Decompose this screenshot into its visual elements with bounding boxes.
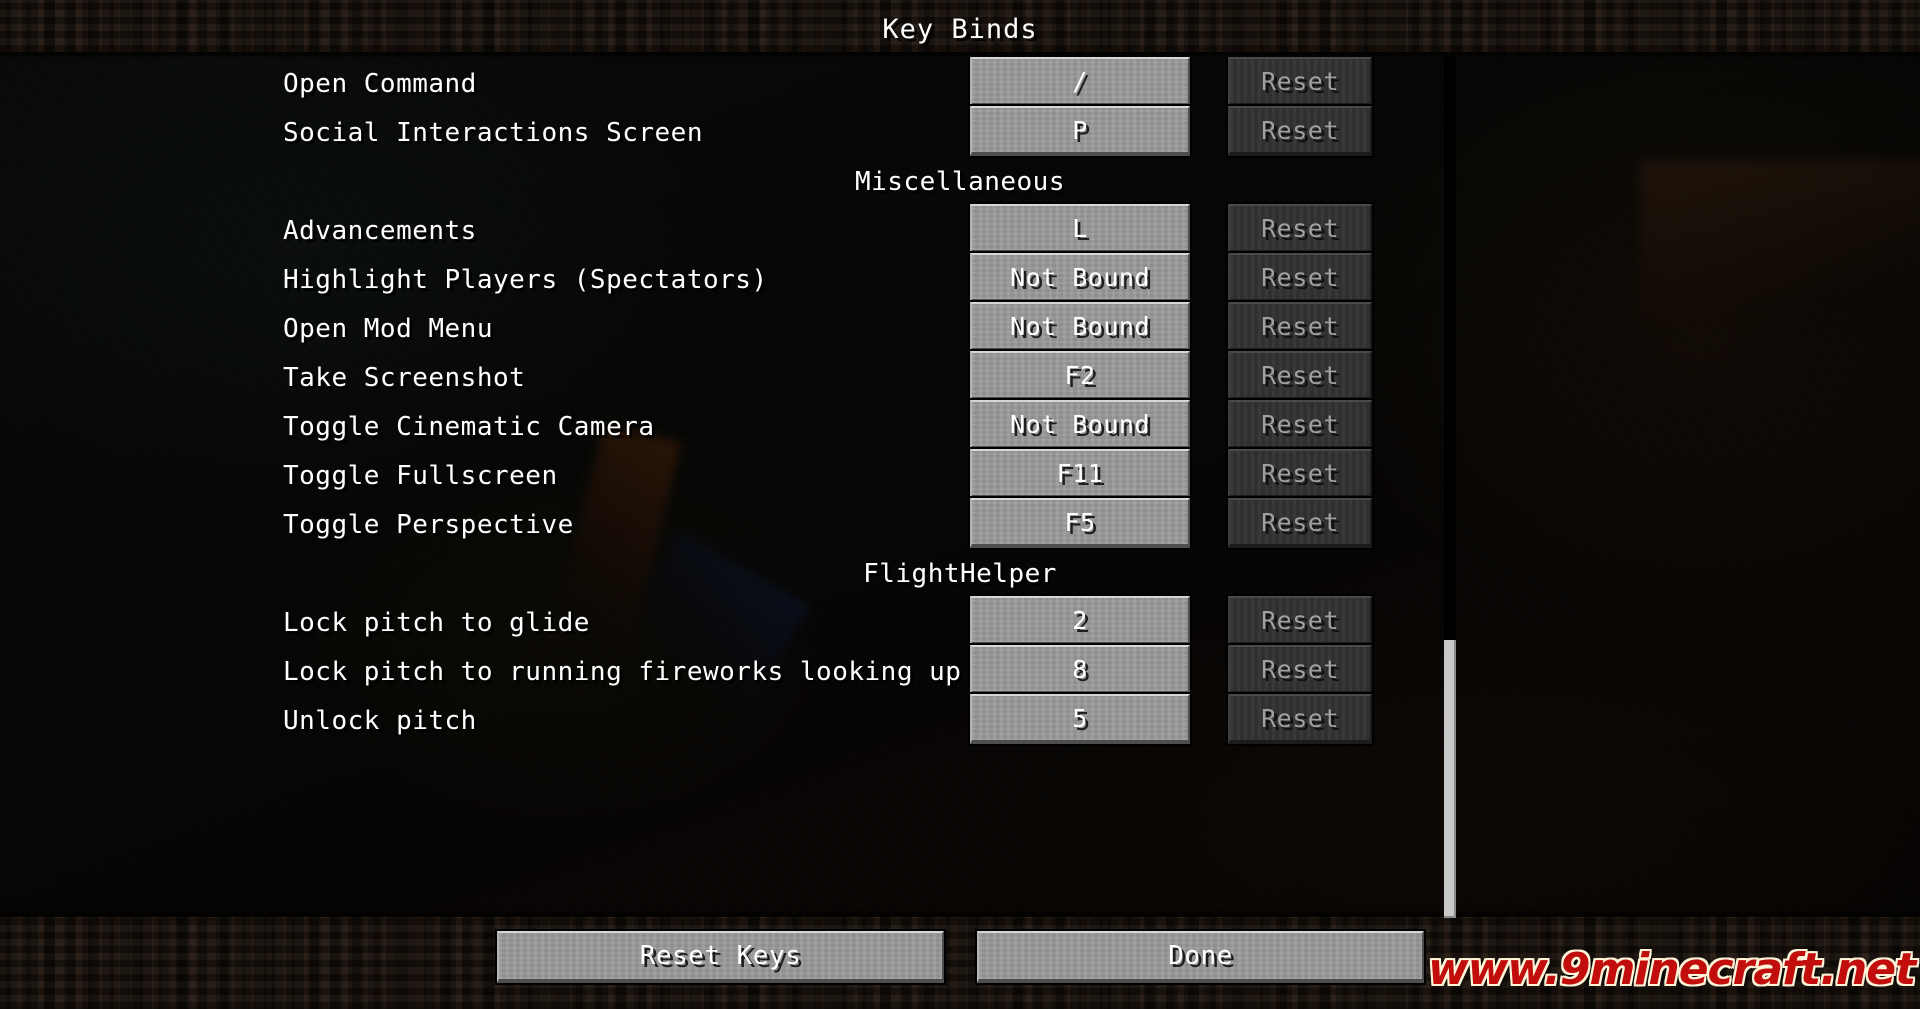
- section-header: Miscellaneous: [855, 167, 1065, 197]
- minecraft-key-binds-screen: Key Binds Open Command / Reset Social Inter…: [0, 0, 1920, 1009]
- key-bind-button[interactable]: L: [968, 202, 1192, 256]
- key-bind-button[interactable]: 5: [968, 692, 1192, 746]
- reset-bind-button: Reset: [1226, 447, 1374, 501]
- reset-bind-button: Reset: [1226, 496, 1374, 550]
- key-bind-label: Advancements: [283, 216, 477, 246]
- key-binds-list[interactable]: Open Command / Reset Social Interactions Sc…: [0, 57, 1920, 911]
- key-bind-button[interactable]: 8: [968, 643, 1192, 697]
- key-bind-row: Social Interactions Screen P Reset: [0, 104, 1920, 166]
- reset-bind-button: Reset: [1226, 349, 1374, 403]
- key-bind-button[interactable]: Not Bound: [968, 251, 1192, 305]
- key-bind-label: Highlight Players (Spectators): [283, 265, 768, 295]
- key-bind-label: Open Command: [283, 69, 477, 99]
- key-bind-button[interactable]: 2: [968, 594, 1192, 648]
- key-bind-row: Toggle Perspective F5 Reset: [0, 496, 1920, 558]
- reset-bind-button: Reset: [1226, 594, 1374, 648]
- key-bind-button[interactable]: Not Bound: [968, 300, 1192, 354]
- reset-bind-button: Reset: [1226, 300, 1374, 354]
- key-bind-label: Social Interactions Screen: [283, 118, 703, 148]
- reset-bind-button: Reset: [1226, 57, 1374, 109]
- reset-bind-button: Reset: [1226, 398, 1374, 452]
- done-button[interactable]: Done: [975, 929, 1426, 985]
- reset-bind-button: Reset: [1226, 104, 1374, 158]
- key-bind-label: Open Mod Menu: [283, 314, 493, 344]
- key-bind-label: Take Screenshot: [283, 363, 526, 393]
- section-header: FlightHelper: [863, 559, 1057, 589]
- reset-bind-button: Reset: [1226, 643, 1374, 697]
- key-bind-button[interactable]: F5: [968, 496, 1192, 550]
- key-bind-label: Toggle Cinematic Camera: [283, 412, 655, 442]
- key-bind-button[interactable]: F2: [968, 349, 1192, 403]
- key-bind-label: Unlock pitch: [283, 706, 477, 736]
- key-bind-button[interactable]: P: [968, 104, 1192, 158]
- key-bind-label: Lock pitch to glide: [283, 608, 590, 638]
- site-watermark: www.9minecraft.net: [1428, 944, 1916, 995]
- key-bind-label: Lock pitch to running fireworks looking …: [283, 657, 962, 687]
- key-bind-button[interactable]: /: [968, 57, 1192, 109]
- page-title: Key Binds: [882, 14, 1038, 45]
- key-bind-button[interactable]: F11: [968, 447, 1192, 501]
- key-bind-row: Unlock pitch 5 Reset: [0, 692, 1920, 754]
- key-bind-label: Toggle Perspective: [283, 510, 574, 540]
- reset-bind-button: Reset: [1226, 251, 1374, 305]
- reset-bind-button: Reset: [1226, 692, 1374, 746]
- reset-keys-button[interactable]: Reset Keys: [495, 929, 946, 985]
- scrollbar-thumb[interactable]: [1444, 640, 1456, 918]
- reset-bind-button: Reset: [1226, 202, 1374, 256]
- key-bind-label: Toggle Fullscreen: [283, 461, 558, 491]
- key-bind-button[interactable]: Not Bound: [968, 398, 1192, 452]
